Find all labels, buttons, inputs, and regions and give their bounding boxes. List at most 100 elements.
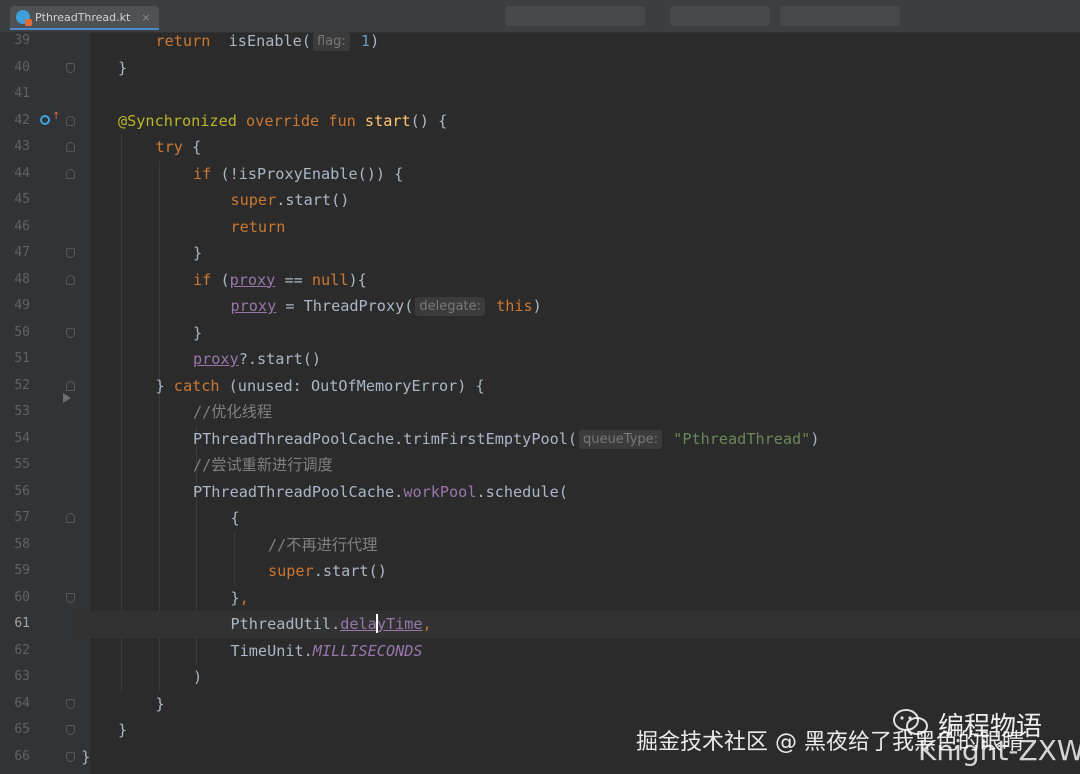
fold-marker-icon[interactable] bbox=[66, 142, 75, 152]
code-line-text[interactable]: try { bbox=[156, 134, 202, 161]
fold-marker-icon[interactable] bbox=[66, 327, 75, 338]
code-line-row[interactable]: 48 if (proxy == null){ bbox=[0, 267, 1080, 294]
line-number[interactable]: 48 bbox=[0, 267, 30, 294]
override-method-icon[interactable] bbox=[40, 114, 50, 125]
line-number[interactable]: 53 bbox=[0, 399, 30, 426]
code-line-row[interactable]: 47} bbox=[0, 240, 1080, 267]
code-line-text[interactable]: proxy?.start() bbox=[193, 346, 321, 373]
tab-placeholder[interactable] bbox=[670, 6, 770, 26]
code-line-row[interactable]: 40} bbox=[0, 55, 1080, 82]
line-number[interactable]: 58 bbox=[0, 532, 30, 559]
code-line-text[interactable]: } bbox=[118, 717, 127, 744]
fold-marker-icon[interactable] bbox=[66, 168, 75, 179]
code-line-text[interactable]: } bbox=[193, 320, 202, 347]
line-number[interactable]: 43 bbox=[0, 134, 30, 161]
code-line-text[interactable]: if (proxy == null){ bbox=[193, 267, 367, 294]
code-line-row[interactable]: 44 if (!isProxyEnable()) { bbox=[0, 161, 1080, 188]
line-number[interactable]: 47 bbox=[0, 240, 30, 267]
line-number[interactable]: 51 bbox=[0, 346, 30, 373]
line-number[interactable]: 46 bbox=[0, 214, 30, 241]
code-line-text[interactable]: //优化线程 bbox=[193, 399, 272, 426]
code-line-row[interactable]: 42 ↑ @Synchronized override fun start() { bbox=[0, 108, 1080, 135]
line-number[interactable]: 62 bbox=[0, 638, 30, 665]
line-number[interactable]: 54 bbox=[0, 426, 30, 453]
line-number[interactable]: 52 bbox=[0, 373, 30, 400]
code-line-text[interactable]: ) bbox=[193, 664, 202, 691]
fold-marker-icon[interactable] bbox=[66, 725, 75, 735]
line-number[interactable]: 64 bbox=[0, 691, 30, 718]
line-number[interactable]: 40 bbox=[0, 55, 30, 82]
code-line-text[interactable]: //尝试重新进行调度 bbox=[193, 452, 333, 479]
code-line-text[interactable]: //不再进行代理 bbox=[268, 532, 377, 559]
code-line-row[interactable]: 43 try { bbox=[0, 134, 1080, 161]
code-line-row[interactable]: 49 proxy = ThreadProxy(delegate: this) bbox=[0, 293, 1080, 320]
code-line-text[interactable]: if (!isProxyEnable()) { bbox=[193, 161, 403, 188]
fold-marker-icon[interactable] bbox=[66, 380, 75, 391]
tab-placeholder[interactable] bbox=[780, 6, 900, 26]
code-line-text[interactable]: } bbox=[156, 691, 165, 718]
line-number[interactable]: 56 bbox=[0, 479, 30, 506]
close-icon[interactable]: × bbox=[141, 11, 150, 24]
line-number[interactable]: 65 bbox=[0, 717, 30, 744]
fold-marker-icon[interactable] bbox=[66, 513, 75, 523]
code-line-row[interactable]: 62 TimeUnit.MILLISECONDS bbox=[0, 638, 1080, 665]
code-line-row[interactable]: 57 { bbox=[0, 505, 1080, 532]
code-line-text[interactable]: super.start() bbox=[268, 558, 387, 585]
fold-marker-icon[interactable] bbox=[66, 592, 75, 603]
line-number[interactable]: 39 bbox=[0, 28, 30, 55]
code-line-row[interactable]: 46 return bbox=[0, 214, 1080, 241]
code-line-text[interactable]: }, bbox=[231, 585, 249, 612]
tab-placeholder[interactable] bbox=[505, 6, 645, 26]
line-number[interactable]: 55 bbox=[0, 452, 30, 479]
code-line-row[interactable]: 52 } catch (unused: OutOfMemoryError) { bbox=[0, 373, 1080, 400]
code-line-text[interactable]: { bbox=[231, 505, 240, 532]
code-line-row[interactable]: 61 PthreadUtil.delayTime, bbox=[0, 611, 1080, 638]
code-line-text[interactable]: proxy = ThreadProxy(delegate: this) bbox=[231, 293, 542, 320]
fold-marker-icon[interactable] bbox=[66, 698, 75, 709]
code-line-text[interactable]: PThreadThreadPoolCache.workPool.schedule… bbox=[193, 479, 568, 506]
code-line-row[interactable]: 60}, bbox=[0, 585, 1080, 612]
code-line-row[interactable]: 41 bbox=[0, 81, 1080, 108]
code-line-text[interactable]: super.start() bbox=[231, 187, 350, 214]
fold-marker-icon[interactable] bbox=[66, 751, 75, 762]
line-number[interactable]: 63 bbox=[0, 664, 30, 691]
code-line-text[interactable]: } catch (unused: OutOfMemoryError) { bbox=[156, 373, 485, 400]
code-line-text[interactable]: return bbox=[231, 214, 286, 241]
code-line-text[interactable]: } bbox=[118, 55, 127, 82]
line-number[interactable]: 61 bbox=[0, 611, 30, 638]
code-line-row[interactable]: 39 return isEnable(flag: 1) bbox=[0, 28, 1080, 55]
code-line-row[interactable]: 63) bbox=[0, 664, 1080, 691]
code-line-text[interactable]: TimeUnit.MILLISECONDS bbox=[231, 638, 423, 665]
code-line-text[interactable]: } bbox=[81, 744, 90, 771]
code-line-text[interactable]: } bbox=[193, 240, 202, 267]
code-line-row[interactable]: 54 PThreadThreadPoolCache.trimFirstEmptyP… bbox=[0, 426, 1080, 453]
code-line-row[interactable]: 56 PThreadThreadPoolCache.workPool.schedu… bbox=[0, 479, 1080, 506]
tab-pthreadthread-kt[interactable]: PthreadThread.kt × bbox=[10, 6, 159, 30]
code-line-row[interactable]: 59 super.start() bbox=[0, 558, 1080, 585]
breakpoint-arrow-icon[interactable] bbox=[63, 393, 71, 403]
line-number[interactable]: 60 bbox=[0, 585, 30, 612]
fold-marker-icon[interactable] bbox=[66, 274, 75, 285]
fold-marker-icon[interactable] bbox=[66, 115, 75, 126]
line-number[interactable]: 57 bbox=[0, 505, 30, 532]
line-number[interactable]: 50 bbox=[0, 320, 30, 347]
line-number[interactable]: 59 bbox=[0, 558, 30, 585]
code-line-text[interactable]: return isEnable(flag: 1) bbox=[156, 28, 379, 55]
code-line-row[interactable]: 58 //不再进行代理 bbox=[0, 532, 1080, 559]
line-number[interactable]: 44 bbox=[0, 161, 30, 188]
fold-marker-icon[interactable] bbox=[66, 248, 75, 258]
line-number[interactable]: 41 bbox=[0, 81, 30, 108]
code-line-text[interactable]: PThreadThreadPoolCache.trimFirstEmptyPoo… bbox=[193, 426, 819, 453]
code-line-row[interactable]: 45 super.start() bbox=[0, 187, 1080, 214]
code-line-text[interactable]: @Synchronized override fun start() { bbox=[118, 108, 447, 135]
code-line-row[interactable]: 53 //优化线程 bbox=[0, 393, 1080, 426]
code-line-row[interactable]: 51 proxy?.start() bbox=[0, 346, 1080, 373]
code-line-text[interactable]: PthreadUtil.delayTime, bbox=[231, 611, 432, 638]
line-number[interactable]: 49 bbox=[0, 293, 30, 320]
code-line-row[interactable]: 50} bbox=[0, 320, 1080, 347]
line-number[interactable]: 42 bbox=[0, 108, 30, 135]
fold-marker-icon[interactable] bbox=[66, 62, 75, 73]
line-number[interactable]: 45 bbox=[0, 187, 30, 214]
line-number[interactable]: 66 bbox=[0, 744, 30, 771]
code-line-row[interactable]: 55 //尝试重新进行调度 bbox=[0, 452, 1080, 479]
